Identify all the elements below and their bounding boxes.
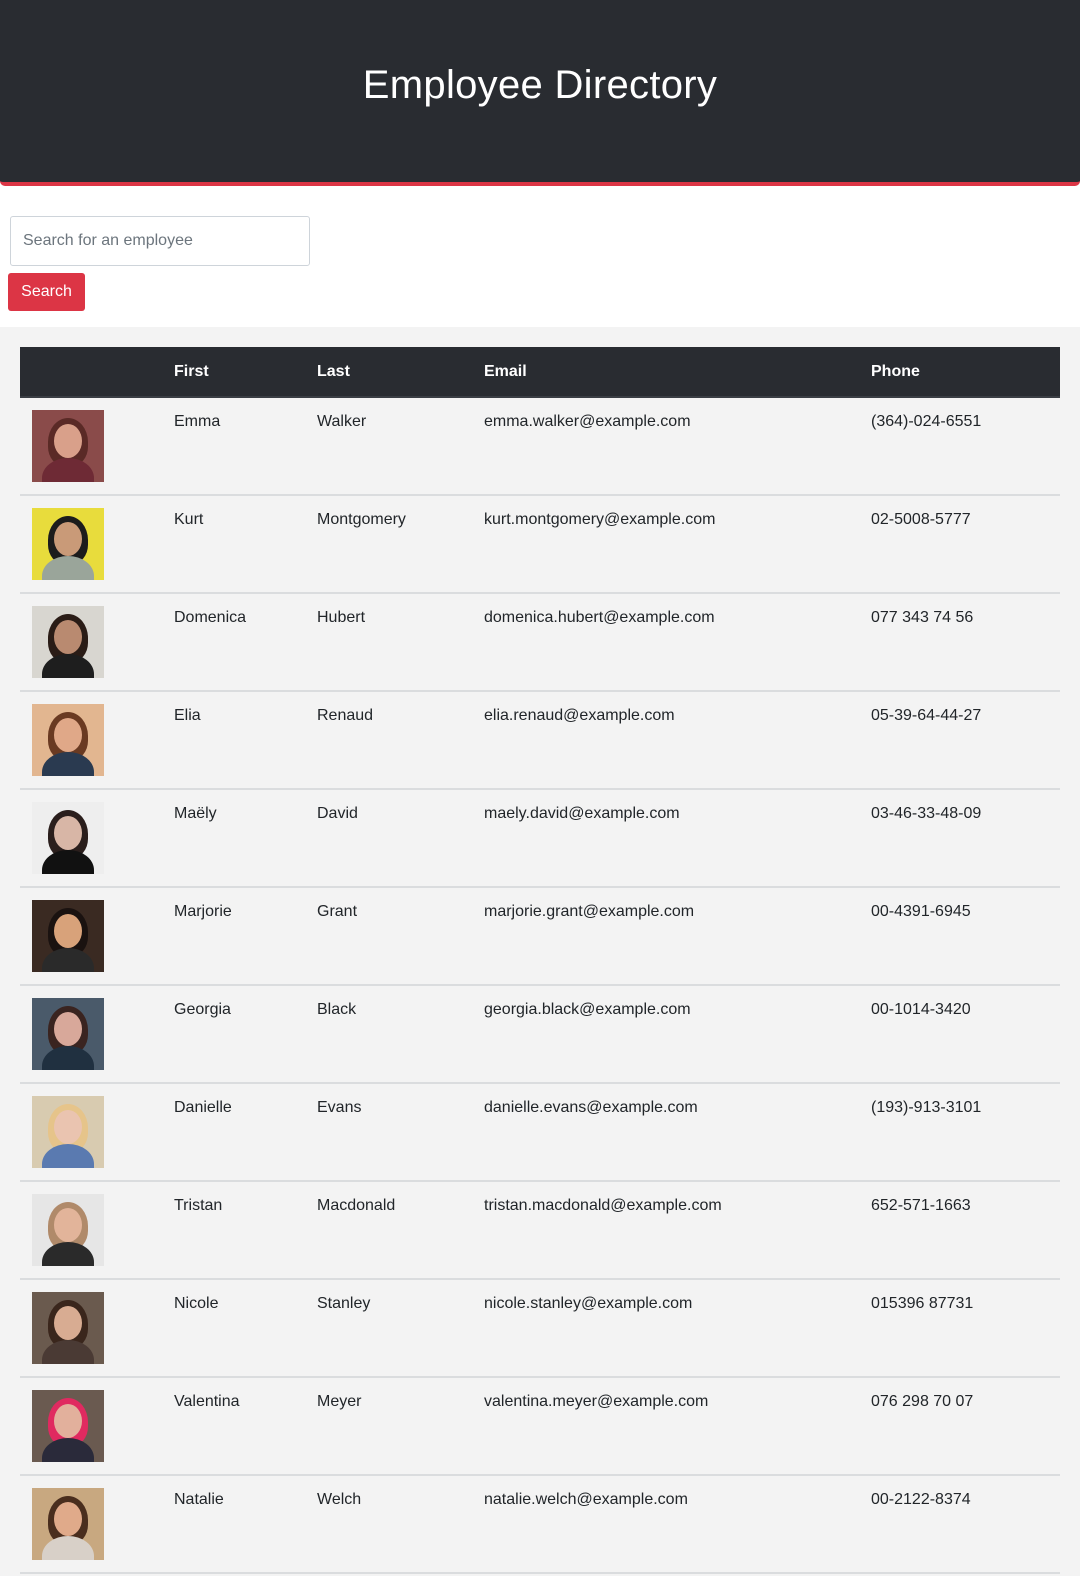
table-row: Emma Walker emma.walker@example.com (364)-0… — [20, 397, 1060, 496]
table-body: Emma Walker emma.walker@example.com (364)-0… — [20, 397, 1060, 1574]
cell-phone: (193)-913-3101 — [871, 1083, 1060, 1182]
cell-last-name: Walker — [317, 397, 484, 496]
cell-first-name: Marjorie — [174, 887, 317, 986]
table-row: Danielle Evans danielle.evans@example.com(… — [20, 1083, 1060, 1182]
page-title: Employee Directory — [362, 62, 718, 107]
avatar-cell — [20, 985, 174, 1084]
cell-first-name: Nicole — [174, 1279, 317, 1378]
cell-first-name: Danielle — [174, 1083, 317, 1182]
cell-last-name: Macdonald — [317, 1181, 484, 1280]
cell-email: danielle.evans@example.com — [484, 1083, 871, 1182]
avatar-cell — [20, 397, 174, 496]
cell-phone: (364)-024-6551 — [871, 397, 1060, 496]
column-header-phone[interactable]: Phone — [871, 347, 1060, 398]
avatar-cell — [20, 887, 174, 986]
table-row: Maëly David maely.david@example.com 03-46-3… — [20, 789, 1060, 888]
cell-phone: 02-5008-5777 — [871, 495, 1060, 594]
table-row: Georgia Black georgia.black@example.com 00-… — [20, 985, 1060, 1084]
employee-avatar — [32, 802, 104, 874]
cell-first-name: Tristan — [174, 1181, 317, 1280]
avatar-cell — [20, 1377, 174, 1476]
cell-phone: 00-1014-3420 — [871, 985, 1060, 1084]
cell-phone: 00-4391-6945 — [871, 887, 1060, 986]
cell-email: kurt.montgomery@example.com — [484, 495, 871, 594]
table-header-row: First Last Email Phone — [20, 347, 1060, 398]
column-header-email[interactable]: Email — [484, 347, 871, 398]
employee-avatar — [32, 1292, 104, 1364]
column-header-image — [20, 347, 174, 398]
cell-last-name: David — [317, 789, 484, 888]
search-input[interactable] — [10, 216, 310, 266]
cell-phone: 00-2122-8374 — [871, 1475, 1060, 1574]
cell-first-name: Maëly — [174, 789, 317, 888]
cell-phone: 03-46-33-48-09 — [871, 789, 1060, 888]
cell-first-name: Elia — [174, 691, 317, 790]
employee-avatar — [32, 1096, 104, 1168]
cell-last-name: Stanley — [317, 1279, 484, 1378]
cell-first-name: Valentina — [174, 1377, 317, 1476]
employee-avatar — [32, 1390, 104, 1462]
table-row: Elia Renaud elia.renaud@example.com 05-39-6… — [20, 691, 1060, 790]
cell-last-name: Hubert — [317, 593, 484, 692]
avatar-cell — [20, 789, 174, 888]
table-row: Nicole Stanley nicole.stanley@example.com 0… — [20, 1279, 1060, 1378]
directory-panel: First Last Email Phone Emma Walker emma.wa… — [0, 327, 1080, 1576]
avatar-cell — [20, 495, 174, 594]
avatar-cell — [20, 1475, 174, 1574]
cell-last-name: Renaud — [317, 691, 484, 790]
cell-first-name: Domenica — [174, 593, 317, 692]
table-row: Domenica Hubert domenica.hubert@example.co… — [20, 593, 1060, 692]
avatar-cell — [20, 1181, 174, 1280]
cell-phone: 652-571-1663 — [871, 1181, 1060, 1280]
employee-avatar — [32, 1488, 104, 1560]
cell-phone: 076 298 70 07 — [871, 1377, 1060, 1476]
cell-email: emma.walker@example.com — [484, 397, 871, 496]
avatar-cell — [20, 1083, 174, 1182]
employee-avatar — [32, 704, 104, 776]
employee-avatar — [32, 998, 104, 1070]
avatar-cell — [20, 1279, 174, 1378]
avatar-cell — [20, 593, 174, 692]
table-row: Marjorie Grant marjorie.grant@example.com 0… — [20, 887, 1060, 986]
employee-avatar — [32, 606, 104, 678]
cell-email: nicole.stanley@example.com — [484, 1279, 871, 1378]
employee-avatar — [32, 410, 104, 482]
cell-phone: 077 343 74 56 — [871, 593, 1060, 692]
employee-avatar — [32, 1194, 104, 1266]
employee-table: First Last Email Phone Emma Walker emma.wa… — [20, 347, 1060, 1574]
table-row: Tristan Macdonald tristan.macdonald@exampl… — [20, 1181, 1060, 1280]
cell-first-name: Kurt — [174, 495, 317, 594]
cell-email: georgia.black@example.com — [484, 985, 871, 1084]
cell-last-name: Welch — [317, 1475, 484, 1574]
cell-first-name: Natalie — [174, 1475, 317, 1574]
cell-email: maely.david@example.com — [484, 789, 871, 888]
cell-last-name: Meyer — [317, 1377, 484, 1476]
cell-last-name: Evans — [317, 1083, 484, 1182]
cell-first-name: Georgia — [174, 985, 317, 1084]
cell-last-name: Montgomery — [317, 495, 484, 594]
column-header-first[interactable]: First — [174, 347, 317, 398]
column-header-last[interactable]: Last — [317, 347, 484, 398]
avatar-cell — [20, 691, 174, 790]
cell-email: marjorie.grant@example.com — [484, 887, 871, 986]
search-button[interactable]: Search — [8, 273, 85, 311]
cell-last-name: Grant — [317, 887, 484, 986]
cell-last-name: Black — [317, 985, 484, 1084]
cell-phone: 015396 87731 — [871, 1279, 1060, 1378]
cell-email: natalie.welch@example.com — [484, 1475, 871, 1574]
cell-email: domenica.hubert@example.com — [484, 593, 871, 692]
cell-phone: 05-39-64-44-27 — [871, 691, 1060, 790]
employee-avatar — [32, 900, 104, 972]
cell-email: valentina.meyer@example.com — [484, 1377, 871, 1476]
page-header: Employee Directory — [0, 0, 1080, 186]
table-row: Kurt Montgomery kurt.montgomery@example.co… — [20, 495, 1060, 594]
cell-first-name: Emma — [174, 397, 317, 496]
employee-avatar — [32, 508, 104, 580]
table-row: Valentina Meyer valentina.meyer@example.co… — [20, 1377, 1060, 1476]
cell-email: elia.renaud@example.com — [484, 691, 871, 790]
cell-email: tristan.macdonald@example.com — [484, 1181, 871, 1280]
table-row: Natalie Welch natalie.welch@example.com 00-… — [20, 1475, 1060, 1574]
